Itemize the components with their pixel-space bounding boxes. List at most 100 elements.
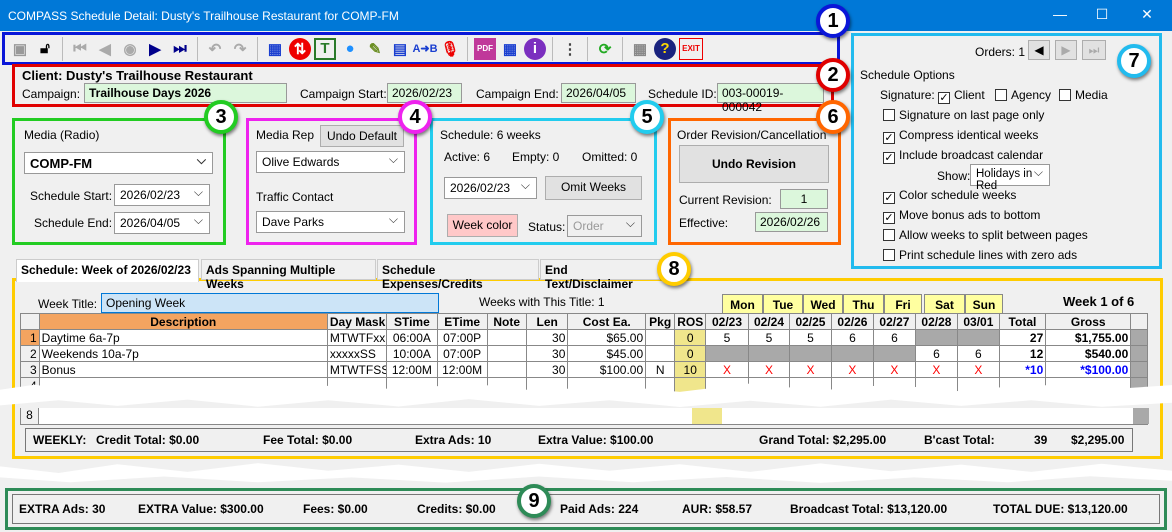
station-select[interactable]: COMP-FM xyxy=(24,152,213,174)
media-rep-select[interactable]: Olive Edwards xyxy=(256,151,405,173)
column-header[interactable]: Description xyxy=(38,313,328,330)
column-header[interactable] xyxy=(20,313,40,330)
column-header[interactable]: Note xyxy=(486,313,527,330)
grid-cell[interactable]: xxxxxSS xyxy=(326,345,387,362)
last-order-button[interactable]: ⏭ xyxy=(1082,40,1106,60)
grid-cell[interactable]: 27 xyxy=(998,329,1047,346)
schedule-end-picker[interactable]: 2026/04/05 xyxy=(114,212,210,234)
signature-agency-checkbox[interactable]: Agency xyxy=(995,88,1051,102)
grid-cell[interactable]: 5 xyxy=(705,329,749,346)
grid-cell[interactable] xyxy=(486,345,527,362)
campaign-end-field[interactable]: 2026/04/05 xyxy=(561,83,636,103)
undo-default-button[interactable]: Undo Default xyxy=(320,125,404,147)
grid-cell[interactable]: 6 xyxy=(830,329,875,346)
grid-cell[interactable] xyxy=(873,345,916,362)
week-select[interactable]: 2026/02/23 xyxy=(444,177,537,199)
ab-transfer-icon[interactable]: A➜B xyxy=(412,38,437,60)
checkbox-icon[interactable]: ✓ xyxy=(938,92,950,104)
grid-cell[interactable] xyxy=(486,329,527,346)
column-header[interactable]: 02/23 xyxy=(705,313,749,330)
option-compress-weeks[interactable]: ✓ Compress identical weeks xyxy=(883,128,1038,144)
effective-field[interactable]: 2026/02/26 xyxy=(755,212,828,232)
help-icon[interactable]: ? xyxy=(654,37,676,60)
column-header[interactable]: 02/24 xyxy=(747,313,791,330)
grid-cell[interactable] xyxy=(914,329,959,346)
scrollbar[interactable] xyxy=(1130,313,1148,330)
globe-icon[interactable]: ● xyxy=(339,38,361,60)
grid-cell[interactable]: MTWTFSS xyxy=(326,361,387,378)
grid-cell[interactable]: 0 xyxy=(674,329,707,346)
grid-cell[interactable] xyxy=(645,345,676,362)
grid-cell[interactable]: 07:00P xyxy=(436,345,488,362)
grid-cell[interactable]: 5 xyxy=(747,329,791,346)
grid-cell[interactable]: 6 xyxy=(873,329,916,346)
omit-weeks-button[interactable]: Omit Weeks xyxy=(545,176,642,200)
traffic-light-icon[interactable]: ⋮ xyxy=(559,38,581,60)
grid-cell[interactable]: X xyxy=(873,361,916,378)
scrollbar[interactable] xyxy=(1130,345,1148,362)
info-icon[interactable]: i xyxy=(524,37,546,60)
option-bonus-bottom[interactable]: ✓ Move bonus ads to bottom xyxy=(883,208,1040,224)
grid-cell[interactable]: Weekends 10a-7p xyxy=(38,345,328,362)
checkbox-icon[interactable] xyxy=(995,89,1007,101)
grid-cell[interactable]: MTWTFxx xyxy=(326,329,387,346)
column-header[interactable]: Pkg xyxy=(645,313,676,330)
grid-cell[interactable] xyxy=(789,345,832,362)
refresh-icon[interactable]: ⟳ xyxy=(594,38,616,60)
grid-cell[interactable]: $540.00 xyxy=(1045,345,1132,362)
save-icon[interactable]: ▣ xyxy=(9,38,31,60)
checkbox-icon[interactable]: ✓ xyxy=(883,192,895,204)
column-header[interactable]: ROS xyxy=(674,313,707,330)
scrollbar[interactable] xyxy=(1130,329,1148,346)
grid-cell[interactable]: X xyxy=(747,361,791,378)
grid-cell[interactable]: 12:00M xyxy=(385,361,438,378)
column-header[interactable]: 03/01 xyxy=(957,313,1000,330)
edit-globe-icon[interactable]: ✎ xyxy=(364,38,386,60)
tab-ads-spanning[interactable]: Ads Spanning Multiple Weeks xyxy=(201,259,376,291)
column-header[interactable]: Total xyxy=(998,313,1047,330)
column-header[interactable]: 02/27 xyxy=(873,313,916,330)
grid-cell[interactable]: 12:00M xyxy=(436,361,488,378)
week-title-input[interactable]: Opening Week xyxy=(101,293,439,313)
checkbox-icon[interactable]: ✓ xyxy=(883,152,895,164)
status-select[interactable]: Order xyxy=(567,215,642,237)
unlock-icon[interactable]: 🔓︎ xyxy=(34,38,56,60)
grid-cell[interactable]: *10 xyxy=(998,361,1047,378)
campaign-field[interactable]: Trailhouse Days 2026 xyxy=(84,83,287,103)
previous-icon[interactable]: ◀ xyxy=(94,38,116,60)
table-row[interactable]: 1 Daytime 6a-7p MTWTFxx 06:00A 07:00P 30 $65.0… xyxy=(20,329,1148,346)
grid-cell[interactable] xyxy=(705,345,749,362)
tab-expenses-credits[interactable]: Schedule Expenses/Credits xyxy=(377,259,539,291)
table-row[interactable]: 3 Bonus MTWTFSS 12:00M 12:00M 30 $100.00 N 10 X X X… xyxy=(20,361,1148,378)
grid-cell[interactable]: 6 xyxy=(957,345,1000,362)
grid-cell[interactable]: 30 xyxy=(525,329,569,346)
eraser-calendar-icon[interactable]: ▤ xyxy=(389,38,411,60)
calculator-icon[interactable]: ▦ xyxy=(629,38,651,60)
grid-cell[interactable]: 07:00P xyxy=(436,329,488,346)
grid-cell[interactable] xyxy=(957,329,1000,346)
grid-cell[interactable]: Daytime 6a-7p xyxy=(38,329,328,346)
column-header[interactable]: Cost Ea. xyxy=(567,313,647,330)
checkbox-icon[interactable]: ✓ xyxy=(883,132,895,144)
grid-cell[interactable]: 06:00A xyxy=(385,329,438,346)
grid-cell[interactable]: X xyxy=(705,361,749,378)
close-button[interactable]: ✕ xyxy=(1137,6,1157,23)
redo-icon[interactable]: ↷ xyxy=(229,38,251,60)
option-color-weeks[interactable]: ✓ Color schedule weeks xyxy=(883,188,1016,204)
grid-cell[interactable]: $65.00 xyxy=(567,329,647,346)
undo-icon[interactable]: ↶ xyxy=(204,38,226,60)
column-header[interactable]: STime xyxy=(385,313,438,330)
column-header[interactable]: ETime xyxy=(436,313,488,330)
grid-cell[interactable] xyxy=(747,345,791,362)
column-header[interactable]: Day Mask xyxy=(326,313,387,330)
microphone-icon[interactable]: 🎙︎ xyxy=(439,38,461,60)
checkbox-icon[interactable] xyxy=(883,109,895,121)
option-signature-last-page[interactable]: Signature on last page only xyxy=(883,108,1044,122)
current-revision-field[interactable]: 1 xyxy=(780,189,828,209)
show-select[interactable]: Holidays in Red xyxy=(970,164,1050,192)
first-icon[interactable]: ⏮ xyxy=(69,38,91,60)
option-split-weeks[interactable]: Allow weeks to split between pages xyxy=(883,228,1088,242)
grid-cell[interactable]: 10:00A xyxy=(385,345,438,362)
grid-cell[interactable]: $100.00 xyxy=(567,361,647,378)
grid-cell[interactable]: Bonus xyxy=(38,361,328,378)
